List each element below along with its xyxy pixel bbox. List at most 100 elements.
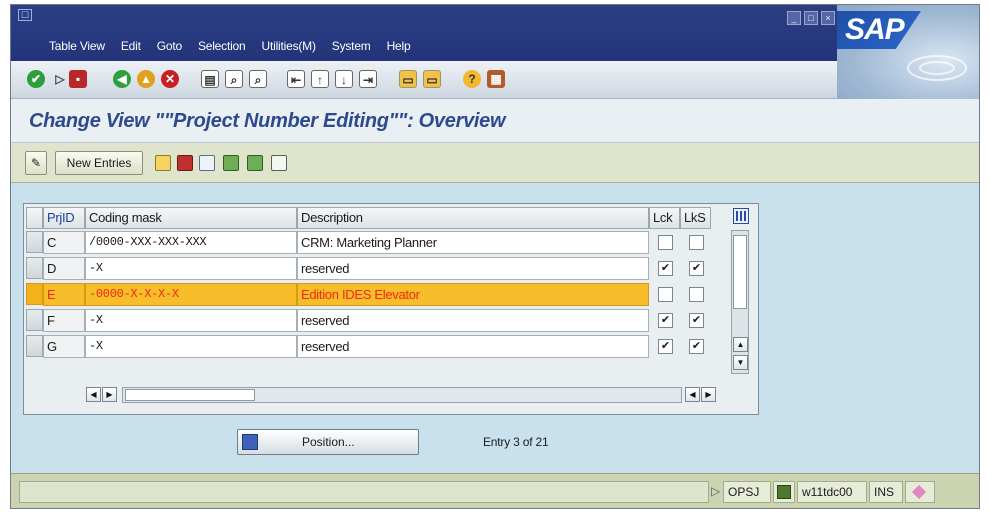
title-area: Change View ""Project Number Editing"": … <box>11 99 979 143</box>
row-selector[interactable] <box>26 335 43 357</box>
column-header-lks[interactable]: LkS <box>680 207 711 229</box>
delete-icon[interactable] <box>177 155 193 171</box>
column-header-prjid[interactable]: PrjID <box>43 207 85 229</box>
description-input[interactable]: reserved <box>297 257 649 280</box>
command-field-arrow-icon[interactable]: ▷ <box>55 70 65 88</box>
horizontal-scroll-thumb[interactable] <box>125 389 255 401</box>
exit-icon[interactable]: ▲ <box>137 70 155 88</box>
first-page-icon[interactable]: ⇤ <box>287 70 305 88</box>
sap-window: ☐ Table View Edit Goto Selection Utiliti… <box>10 4 980 509</box>
layout-menu-icon[interactable]: ▦ <box>487 70 505 88</box>
status-server-icon[interactable] <box>773 481 795 503</box>
row-selector[interactable] <box>26 283 43 305</box>
position-button[interactable]: Position... <box>237 429 419 455</box>
lks-checkbox[interactable] <box>689 235 704 250</box>
new-entries-button[interactable]: New Entries <box>55 151 143 175</box>
scroll-down-icon[interactable]: ▼ <box>733 355 748 370</box>
row-selector[interactable] <box>26 309 43 331</box>
coding-mask-input[interactable]: -X <box>85 335 297 358</box>
coding-mask-input[interactable]: -X <box>85 309 297 332</box>
column-header-lck[interactable]: Lck <box>649 207 680 229</box>
minimize-icon[interactable]: _ <box>787 11 801 25</box>
next-page-icon[interactable]: ↓ <box>335 70 353 88</box>
menu-edit[interactable]: Edit <box>113 39 149 53</box>
lck-checkbox[interactable]: ✔ <box>658 313 673 328</box>
application-toolbar: ✎ New Entries <box>11 143 979 183</box>
menu-system[interactable]: System <box>324 39 379 53</box>
menu-help[interactable]: Help <box>379 39 419 53</box>
back-icon[interactable]: ◀ <box>113 70 131 88</box>
scroll-left-icon[interactable]: ◀ <box>86 387 101 402</box>
lck-checkbox[interactable]: ✔ <box>658 339 673 354</box>
enter-icon[interactable]: ✔ <box>27 70 45 88</box>
menu-utilities[interactable]: Utilities(M) <box>254 39 324 53</box>
row-selector[interactable] <box>26 231 43 253</box>
position-button-label: Position... <box>302 435 355 449</box>
standard-toolbar: ✔ ▷ ▪ ◀ ▲ ✕ ▤ ⌕ ⌕ ⇤ ↑ ↓ ⇥ ▭ ▭ ? ▦ <box>11 61 837 99</box>
status-mode: INS <box>869 481 903 503</box>
find-next-icon[interactable]: ⌕ <box>249 70 267 88</box>
lck-checkbox[interactable] <box>658 235 673 250</box>
table-settings-icon[interactable] <box>733 208 749 224</box>
close-icon[interactable]: × <box>821 11 835 25</box>
description-input[interactable]: reserved <box>297 335 649 358</box>
column-header-description[interactable]: Description <box>297 207 649 229</box>
system-menu-icon[interactable]: ☐ <box>18 9 32 21</box>
prjid-cell: E <box>43 283 85 306</box>
menu-selection[interactable]: Selection <box>190 39 254 53</box>
position-icon <box>242 434 258 450</box>
description-input[interactable]: reserved <box>297 309 649 332</box>
lck-checkbox[interactable] <box>658 287 673 302</box>
scroll-left-end-icon[interactable]: ◀ <box>685 387 700 402</box>
menu-table-view[interactable]: Table View <box>41 39 113 53</box>
lks-checkbox[interactable] <box>689 287 704 302</box>
lks-checkbox[interactable]: ✔ <box>689 261 704 276</box>
vertical-scrollbar[interactable]: ▲ ▼ <box>731 230 749 374</box>
status-toggle-icon[interactable]: ▷ <box>711 484 720 498</box>
find-icon[interactable]: ⌕ <box>225 70 243 88</box>
select-all-rows-button[interactable] <box>26 207 43 229</box>
maximize-icon[interactable]: □ <box>804 11 818 25</box>
previous-page-icon[interactable]: ↑ <box>311 70 329 88</box>
vertical-scroll-thumb[interactable] <box>733 235 747 309</box>
copy-as-icon[interactable] <box>155 155 171 171</box>
cancel-icon[interactable]: ✕ <box>161 70 179 88</box>
sap-logo-text: SAP <box>837 11 921 49</box>
status-bar: ▷ OPSJ w11tdc00 INS <box>11 473 979 508</box>
undo-change-icon[interactable] <box>199 155 215 171</box>
select-all-icon[interactable] <box>223 155 239 171</box>
logo-ripple-icon <box>919 61 955 75</box>
column-header-coding-mask[interactable]: Coding mask <box>85 207 297 229</box>
lks-checkbox[interactable]: ✔ <box>689 313 704 328</box>
scroll-right-icon[interactable]: ▶ <box>102 387 117 402</box>
display-change-button[interactable]: ✎ <box>25 151 47 175</box>
coding-mask-input[interactable]: -X <box>85 257 297 280</box>
scroll-up-icon[interactable]: ▲ <box>733 337 748 352</box>
row-selector[interactable] <box>26 257 43 279</box>
lck-checkbox[interactable]: ✔ <box>658 261 673 276</box>
create-session-icon[interactable]: ▭ <box>399 70 417 88</box>
last-page-icon[interactable]: ⇥ <box>359 70 377 88</box>
lks-checkbox[interactable]: ✔ <box>689 339 704 354</box>
menu-bar: Table View Edit Goto Selection Utilities… <box>41 39 418 53</box>
scroll-right-end-icon[interactable]: ▶ <box>701 387 716 402</box>
entry-counter: Entry 3 of 21 <box>483 435 549 449</box>
save-icon[interactable]: ▪ <box>69 70 87 88</box>
horizontal-scrollbar[interactable] <box>122 387 682 403</box>
select-block-icon[interactable] <box>247 155 263 171</box>
window-controls: _ □ × <box>787 11 835 25</box>
description-input[interactable]: Edition IDES Elevator <box>297 283 649 306</box>
title-bar: ☐ Table View Edit Goto Selection Utiliti… <box>11 5 979 61</box>
print-icon[interactable]: ▤ <box>201 70 219 88</box>
shortcut-icon[interactable]: ▭ <box>423 70 441 88</box>
coding-mask-input[interactable]: /0000-XXX-XXX-XXX <box>85 231 297 254</box>
menu-goto[interactable]: Goto <box>149 39 190 53</box>
coding-mask-input[interactable]: -0000-X-X-X-X <box>85 283 297 306</box>
pencil-glasses-icon: ✎ <box>30 156 42 170</box>
help-icon[interactable]: ? <box>463 70 481 88</box>
status-transaction: OPSJ <box>723 481 771 503</box>
status-message-area <box>19 481 709 503</box>
description-input[interactable]: CRM: Marketing Planner <box>297 231 649 254</box>
content-area: PrjID Coding mask Description Lck LkS C /… <box>11 183 979 473</box>
deselect-all-icon[interactable] <box>271 155 287 171</box>
